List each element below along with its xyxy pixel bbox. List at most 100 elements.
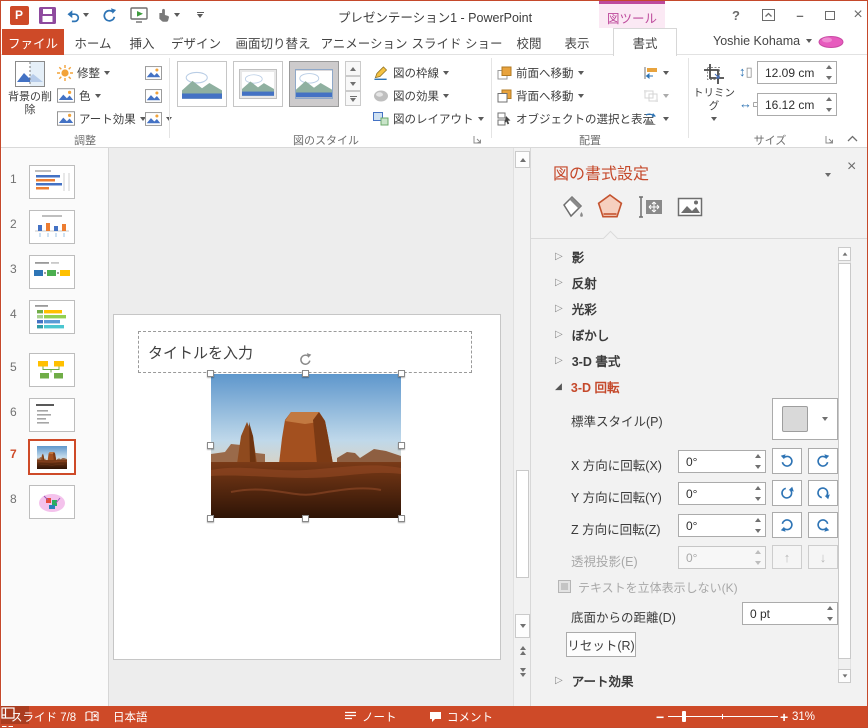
z-rotation-input[interactable]: 0° — [678, 514, 766, 537]
scrollbar-thumb[interactable] — [516, 470, 529, 578]
selection-pane-button[interactable]: オブジェクトの選択と表示 — [497, 107, 654, 130]
previous-slide-button[interactable] — [516, 646, 529, 655]
rotate-y-down-button[interactable] — [808, 480, 838, 506]
gallery-scroll-up-button[interactable] — [345, 61, 361, 76]
scroll-down-button[interactable] — [515, 614, 530, 638]
selected-picture[interactable] — [207, 374, 405, 522]
app-icon[interactable]: P — [7, 4, 31, 26]
slide-thumbnail-5[interactable] — [29, 353, 75, 387]
reset-button[interactable]: リセット(R) — [566, 632, 636, 657]
rotate-x-right-button[interactable] — [808, 448, 838, 474]
gallery-scroll-down-button[interactable] — [345, 76, 361, 91]
pane-options-button[interactable] — [825, 164, 831, 182]
touch-mode-button[interactable] — [151, 4, 185, 26]
spellcheck-button[interactable] — [85, 706, 99, 727]
crop-button[interactable]: トリミング — [691, 59, 737, 131]
slide-canvas[interactable]: タイトルを入力 — [113, 314, 501, 660]
tab-size-properties[interactable] — [635, 192, 665, 227]
ribbon-display-options-button[interactable] — [755, 3, 781, 27]
tab-slideshow[interactable]: スライド ショー — [409, 29, 505, 55]
y-rotation-input[interactable]: 0° — [678, 482, 766, 505]
shape-height-input[interactable]: 12.09 cm — [757, 61, 837, 84]
context-tab-group[interactable]: 図ツール — [599, 1, 665, 28]
section-3d-format[interactable]: ▷ 3-D 書式 — [555, 348, 620, 372]
resize-handle-top-right[interactable] — [398, 370, 405, 377]
slide-thumbnail-8[interactable] — [29, 485, 75, 519]
rotate-z-clockwise-button[interactable] — [808, 512, 838, 538]
tab-transitions[interactable]: 画面切り替え — [227, 29, 319, 55]
compress-picture-button[interactable] — [145, 61, 162, 84]
picture-style-3-selected[interactable] — [289, 61, 339, 107]
section-3d-rotation-expanded[interactable]: ◢ 3-D 回転 — [555, 374, 620, 398]
preset-dropdown[interactable] — [772, 398, 838, 440]
resize-handle-bottom-middle[interactable] — [302, 515, 309, 522]
section-artistic-effects[interactable]: ▷ アート効果 — [555, 668, 633, 692]
slide-thumbnail-3[interactable] — [29, 255, 75, 289]
pane-close-button[interactable]: × — [847, 158, 856, 176]
user-account[interactable]: Yoshie Kohama — [713, 34, 844, 48]
rotate-button[interactable] — [643, 107, 669, 130]
scroll-up-button[interactable] — [515, 151, 530, 168]
resize-handle-middle-right[interactable] — [398, 442, 405, 449]
shape-width-input[interactable]: 16.12 cm — [757, 93, 837, 116]
redo-button[interactable] — [97, 4, 121, 26]
zoom-level[interactable]: 31% — [792, 706, 815, 727]
collapse-ribbon-button[interactable] — [847, 129, 858, 147]
qat-customize-button[interactable] — [191, 4, 209, 26]
change-picture-button[interactable] — [145, 84, 162, 107]
picture-style-2[interactable] — [233, 61, 283, 107]
picture-style-1[interactable] — [177, 61, 227, 107]
distance-input[interactable]: 0 pt — [742, 602, 838, 625]
resize-handle-middle-left[interactable] — [207, 442, 214, 449]
rotate-z-counterclockwise-button[interactable] — [772, 512, 802, 538]
zoom-slider-thumb[interactable] — [682, 711, 686, 722]
tab-effects-selected[interactable] — [595, 192, 625, 227]
resize-handle-bottom-left[interactable] — [207, 515, 214, 522]
section-shadow[interactable]: ▷ 影 — [555, 244, 584, 268]
x-rotation-input[interactable]: 0° — [678, 450, 766, 473]
tab-design[interactable]: デザイン — [165, 29, 227, 55]
tab-review[interactable]: 校閲 — [505, 29, 553, 55]
pane-scroll-up-button[interactable] — [838, 247, 851, 261]
notes-button[interactable]: ノート — [344, 706, 397, 727]
maximize-button[interactable] — [817, 3, 843, 27]
corrections-button[interactable]: 修整 — [57, 61, 110, 84]
picture-effects-button[interactable]: 図の効果 — [373, 84, 449, 107]
undo-button[interactable] — [61, 4, 91, 26]
save-button[interactable] — [35, 4, 59, 26]
close-button[interactable]: × — [845, 3, 867, 27]
tab-insert[interactable]: 挿入 — [119, 29, 165, 55]
resize-handle-bottom-right[interactable] — [398, 515, 405, 522]
section-glow[interactable]: ▷ 光彩 — [555, 296, 597, 320]
comments-button[interactable]: コメント — [429, 706, 493, 727]
slide-thumbnail-2[interactable] — [29, 210, 75, 244]
tab-fill-line[interactable] — [555, 192, 585, 227]
picture-border-button[interactable]: 図の枠線 — [373, 61, 449, 84]
remove-background-button[interactable]: 背景の削除 — [7, 59, 53, 131]
pane-scroll-down-button[interactable] — [838, 669, 851, 683]
zoom-out-button[interactable]: − — [656, 706, 664, 727]
slide-thumbnail-6[interactable] — [29, 398, 75, 432]
slide-thumbnail-4[interactable] — [29, 300, 75, 334]
tab-home[interactable]: ホーム — [67, 29, 119, 55]
rotate-y-up-button[interactable] — [772, 480, 802, 506]
editor-scrollbar[interactable] — [513, 148, 530, 707]
pane-scrollbar-thumb[interactable] — [838, 263, 851, 659]
tab-file[interactable]: ファイル — [2, 29, 64, 55]
section-reflection[interactable]: ▷ 反射 — [555, 270, 597, 294]
minimize-button[interactable]: – — [787, 3, 813, 27]
artistic-effects-button[interactable]: アート効果 — [57, 107, 146, 130]
align-button[interactable] — [643, 61, 669, 84]
rotation-handle[interactable] — [298, 352, 313, 372]
picture-layout-button[interactable]: 図のレイアウト — [373, 107, 484, 130]
tab-animations[interactable]: アニメーション — [319, 29, 409, 55]
bring-forward-button[interactable]: 前面へ移動 — [497, 61, 584, 84]
send-backward-button[interactable]: 背面へ移動 — [497, 84, 584, 107]
rotate-x-left-button[interactable] — [772, 448, 802, 474]
slide-thumbnail-7-selected[interactable] — [28, 439, 76, 475]
next-slide-button[interactable] — [516, 668, 529, 677]
color-button[interactable]: 色 — [57, 84, 101, 107]
reset-picture-button[interactable] — [145, 107, 172, 130]
help-button[interactable]: ? — [723, 3, 749, 27]
slide-thumbnail-1[interactable] — [29, 165, 75, 199]
